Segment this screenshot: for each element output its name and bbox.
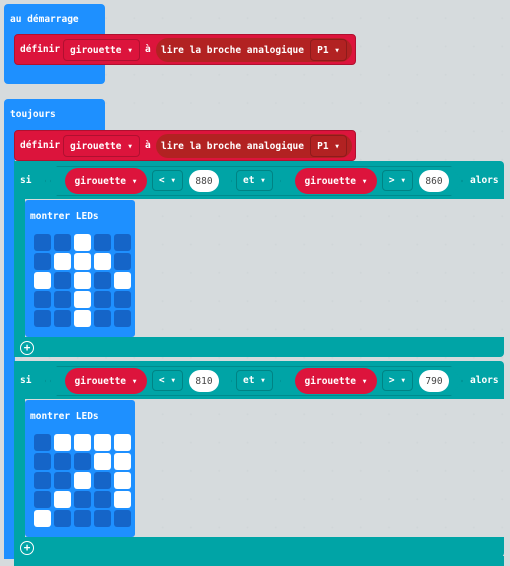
led-cell[interactable]	[114, 434, 131, 451]
led-cell[interactable]	[74, 272, 91, 289]
if-footer	[14, 537, 504, 557]
led-cell[interactable]	[94, 291, 111, 308]
led-cell[interactable]	[54, 434, 71, 451]
to-label: à	[145, 44, 151, 55]
variable-reporter[interactable]: girouette ▾	[295, 168, 377, 194]
led-cell[interactable]	[94, 491, 111, 508]
led-cell[interactable]	[34, 234, 51, 251]
set-variable-block[interactable]: définir girouette ▾ à lire la broche ana…	[14, 34, 356, 65]
led-cell[interactable]	[54, 234, 71, 251]
led-cell[interactable]	[114, 272, 131, 289]
variable-dropdown[interactable]: girouette ▾	[63, 135, 140, 157]
if-footer	[14, 337, 504, 357]
led-cell[interactable]	[54, 310, 71, 327]
add-else-plus-icon[interactable]: +	[20, 541, 34, 555]
led-cell[interactable]	[94, 310, 111, 327]
led-cell[interactable]	[114, 510, 131, 527]
then-label: alors	[470, 375, 499, 386]
then-label: alors	[470, 175, 499, 186]
led-cell[interactable]	[54, 491, 71, 508]
led-cell[interactable]	[94, 472, 111, 489]
operator-dropdown[interactable]: < ▾	[152, 370, 183, 391]
led-cell[interactable]	[74, 510, 91, 527]
operator-dropdown[interactable]: < ▾	[152, 170, 183, 191]
led-cell[interactable]	[114, 234, 131, 251]
led-cell[interactable]	[34, 491, 51, 508]
led-cell[interactable]	[34, 434, 51, 451]
led-cell[interactable]	[94, 234, 111, 251]
led-cell[interactable]	[114, 472, 131, 489]
led-cell[interactable]	[34, 472, 51, 489]
led-cell[interactable]	[74, 291, 91, 308]
led-cell[interactable]	[54, 510, 71, 527]
led-cell[interactable]	[114, 453, 131, 470]
led-cell[interactable]	[74, 453, 91, 470]
led-cell[interactable]	[74, 434, 91, 451]
if-label: si	[20, 375, 32, 386]
number-input[interactable]: 880	[189, 170, 219, 192]
analog-read-label: lire la broche analogique	[161, 140, 304, 152]
led-cell[interactable]	[74, 491, 91, 508]
operator-dropdown[interactable]: > ▾	[382, 170, 413, 191]
led-cell[interactable]	[34, 453, 51, 470]
pin-dropdown[interactable]: P1 ▾	[310, 135, 347, 157]
led-cell[interactable]	[34, 510, 51, 527]
led-cell[interactable]	[74, 310, 91, 327]
led-cell[interactable]	[94, 510, 111, 527]
led-cell[interactable]	[114, 291, 131, 308]
led-cell[interactable]	[94, 453, 111, 470]
set-label: définir	[20, 140, 61, 151]
variable-reporter[interactable]: girouette ▾	[65, 368, 147, 394]
number-input[interactable]: 790	[419, 370, 449, 392]
led-cell[interactable]	[74, 472, 91, 489]
set-label: définir	[20, 44, 61, 55]
led-cell[interactable]	[94, 272, 111, 289]
if-label: si	[20, 175, 32, 186]
set-variable-block[interactable]: définir girouette ▾ à lire la broche ana…	[14, 130, 356, 161]
led-cell[interactable]	[74, 253, 91, 270]
next-if-block[interactable]	[14, 556, 504, 566]
number-input[interactable]: 810	[189, 370, 219, 392]
analog-read-block[interactable]: lire la broche analogique P1 ▾	[156, 134, 352, 158]
add-else-plus-icon[interactable]: +	[20, 341, 34, 355]
to-label: à	[145, 140, 151, 151]
led-cell[interactable]	[94, 434, 111, 451]
led-cell[interactable]	[54, 272, 71, 289]
analog-read-block[interactable]: lire la broche analogique P1 ▾	[156, 38, 352, 62]
and-dropdown[interactable]: et ▾	[236, 370, 273, 391]
led-cell[interactable]	[114, 253, 131, 270]
and-dropdown[interactable]: et ▾	[236, 170, 273, 191]
led-cell[interactable]	[54, 253, 71, 270]
on-start-label: au démarrage	[10, 14, 79, 25]
operator-dropdown[interactable]: > ▾	[382, 370, 413, 391]
pin-dropdown[interactable]: P1 ▾	[310, 39, 347, 61]
led-cell[interactable]	[94, 253, 111, 270]
led-cell[interactable]	[34, 272, 51, 289]
show-leds-label: montrer LEDs	[30, 411, 99, 422]
show-leds-label: montrer LEDs	[30, 211, 99, 222]
forever-label: toujours	[10, 109, 56, 120]
number-input[interactable]: 860	[419, 170, 449, 192]
if-arm	[14, 161, 25, 357]
led-cell[interactable]	[34, 310, 51, 327]
variable-dropdown[interactable]: girouette ▾	[63, 39, 140, 61]
led-cell[interactable]	[34, 253, 51, 270]
if-arm	[14, 361, 25, 557]
led-cell[interactable]	[114, 310, 131, 327]
led-cell[interactable]	[54, 472, 71, 489]
variable-reporter[interactable]: girouette ▾	[295, 368, 377, 394]
led-cell[interactable]	[34, 291, 51, 308]
variable-reporter[interactable]: girouette ▾	[65, 168, 147, 194]
analog-read-label: lire la broche analogique	[161, 44, 304, 56]
led-cell[interactable]	[74, 234, 91, 251]
led-cell[interactable]	[114, 491, 131, 508]
led-cell[interactable]	[54, 291, 71, 308]
led-cell[interactable]	[54, 453, 71, 470]
